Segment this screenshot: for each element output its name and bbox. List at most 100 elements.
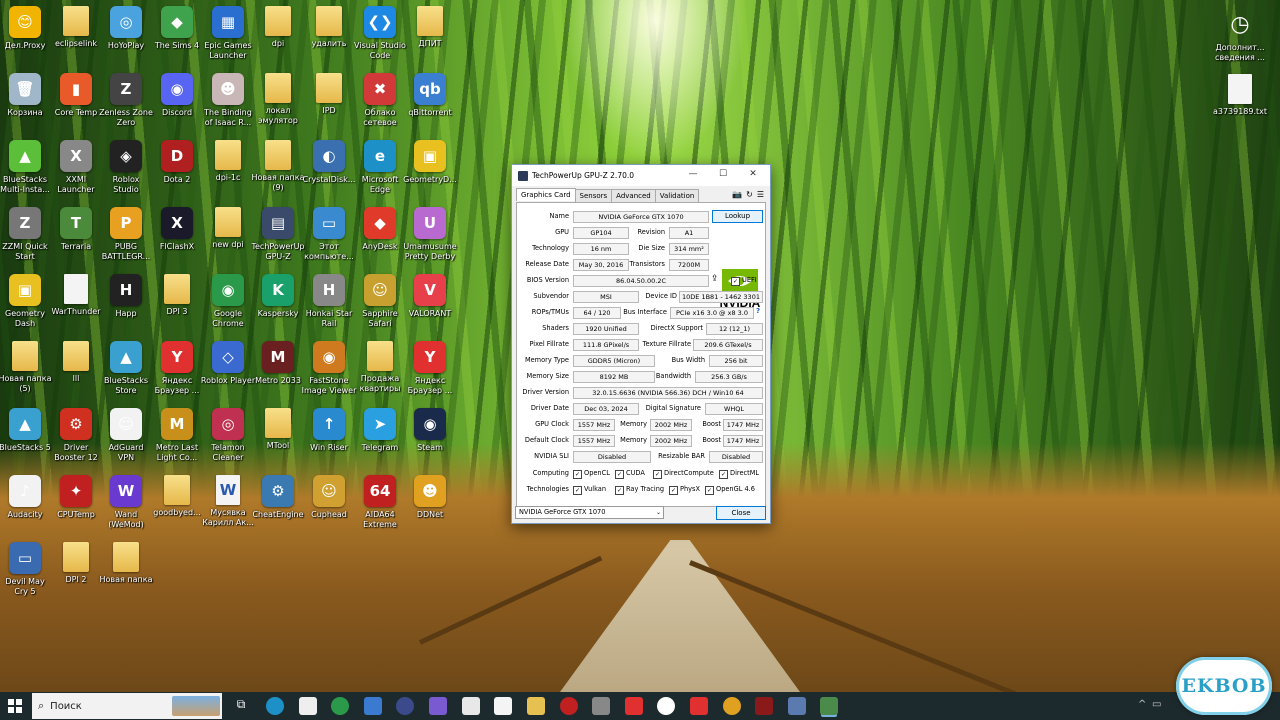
app-icon: X bbox=[161, 207, 193, 239]
directml-checkbox[interactable]: ✓ DirectML bbox=[719, 468, 759, 479]
refresh-icon[interactable]: ↻ bbox=[746, 190, 753, 199]
cuda-checkbox[interactable]: ✓ CUDA bbox=[615, 468, 645, 479]
gpu-value: GP104 bbox=[573, 227, 629, 239]
desktop-icon[interactable]: ◉ Steam bbox=[396, 406, 464, 472]
tray-network-icon[interactable]: ▭ bbox=[1152, 699, 1161, 710]
directcompute-label: DirectCompute bbox=[664, 469, 714, 477]
desktop-icon[interactable]: U Umamusume Pretty Derby bbox=[396, 205, 464, 271]
boost-clock-label: Boost bbox=[702, 420, 721, 428]
taskbar-valorant-icon[interactable] bbox=[755, 697, 773, 715]
desktop-icon[interactable]: Y Яндекс Браузер ... bbox=[396, 339, 464, 405]
desktop-icon[interactable]: ☻ DDNet bbox=[396, 473, 464, 539]
tray-chevron-up-icon[interactable]: ^ bbox=[1138, 699, 1146, 710]
taskbar-y-icon[interactable] bbox=[396, 697, 414, 715]
taskbar-store-icon[interactable] bbox=[299, 697, 317, 715]
taskbar-edge-icon[interactable] bbox=[266, 697, 284, 715]
taskbar-wemod-icon[interactable] bbox=[625, 697, 643, 715]
desktop-icon[interactable]: ◷ Дополнит... сведения ... bbox=[1206, 6, 1274, 72]
bandwidth-label: Bandwidth bbox=[655, 372, 691, 380]
taskbar-mail-icon[interactable] bbox=[364, 697, 382, 715]
app-icon: ◎ bbox=[110, 6, 142, 38]
vulkan-checkbox[interactable]: ✓ Vulkan bbox=[573, 484, 606, 495]
taskbar-chrome-icon[interactable] bbox=[331, 697, 349, 715]
tab-sensors[interactable]: Sensors bbox=[574, 189, 613, 202]
desktop-icon[interactable]: ▣ GeometryD... bbox=[396, 138, 464, 204]
taskbar-gpuz-icon[interactable] bbox=[788, 697, 806, 715]
taskbar-ddnet-icon[interactable] bbox=[723, 697, 741, 715]
desktop-icon[interactable]: qb qBittorrent bbox=[396, 71, 464, 137]
taskbar-ya-icon[interactable] bbox=[690, 697, 708, 715]
digital-signature-label: Digital Signature bbox=[645, 404, 701, 412]
driver-version-label: Driver Version bbox=[522, 388, 569, 396]
desktop-icon[interactable]: a3739189.txt bbox=[1206, 72, 1274, 138]
default-boost-label: Boost bbox=[702, 436, 721, 444]
taskbar-file-icon[interactable] bbox=[494, 697, 512, 715]
memory-type-label: Memory Type bbox=[524, 356, 569, 364]
desktop-icon-label: qBittorrent bbox=[408, 108, 452, 117]
camera-icon[interactable]: 📷 bbox=[732, 190, 742, 199]
taskbar-notepad-icon[interactable] bbox=[462, 697, 480, 715]
app-icon: Z bbox=[9, 207, 41, 239]
lookup-button[interactable]: Lookup bbox=[712, 210, 763, 223]
taskbar-search[interactable]: ⌕ Поиск bbox=[32, 693, 222, 719]
opengl-checkbox[interactable]: ✓ OpenGL 4.6 bbox=[705, 484, 755, 495]
physx-checkbox[interactable]: ✓ PhysX bbox=[669, 484, 700, 495]
desktop-icon-label: Umamusume Pretty Derby bbox=[403, 242, 457, 261]
menu-icon[interactable]: ☰ bbox=[757, 190, 764, 199]
opencl-checkbox[interactable]: ✓ OpenCL bbox=[573, 468, 610, 479]
app-icon: ▲ bbox=[9, 408, 41, 440]
desktop: 😊 Дел.Proxy eclipselink ◎ HoYoPlay ◆ The Sims … bbox=[0, 0, 1280, 692]
taskbar-active-app-icon[interactable] bbox=[820, 697, 838, 715]
taskbar-yandex-icon[interactable] bbox=[657, 697, 675, 715]
app-icon: ▤ bbox=[262, 207, 294, 239]
driver-date-value: Dec 03, 2024 bbox=[573, 403, 639, 415]
taskbar-explorer-icon[interactable] bbox=[527, 697, 545, 715]
tab-advanced[interactable]: Advanced bbox=[611, 189, 656, 202]
gpu-select[interactable]: NVIDIA GeForce GTX 1070 ⌄ bbox=[515, 506, 664, 519]
share-icon[interactable]: ⇪ bbox=[711, 274, 719, 284]
default-memory-value: 2002 MHz bbox=[650, 435, 692, 447]
start-button[interactable] bbox=[0, 692, 30, 720]
app-icon: ☻ bbox=[212, 73, 244, 105]
tab-graphics-card[interactable]: Graphics Card bbox=[516, 188, 576, 201]
ray-tracing-checkbox[interactable]: ✓ Ray Tracing bbox=[615, 484, 664, 495]
desktop-icon-label: DDNet bbox=[416, 510, 444, 519]
clock-icon: ◷ bbox=[1230, 11, 1250, 37]
subvendor-label: Subvendor bbox=[533, 292, 569, 300]
app-icon: ▦ bbox=[212, 6, 244, 38]
task-view-icon[interactable]: ⧉ bbox=[232, 697, 250, 715]
uefi-checkbox[interactable]: ✓ UEFI bbox=[731, 275, 757, 286]
directx-value: 12 (12_1) bbox=[706, 323, 763, 335]
desktop-icon[interactable]: V VALORANT bbox=[396, 272, 464, 338]
desktop-icon[interactable]: ДПИТ bbox=[396, 4, 464, 70]
taskbar-box-icon[interactable] bbox=[592, 697, 610, 715]
digital-signature-value: WHQL bbox=[705, 403, 763, 415]
gpu-label: GPU bbox=[555, 228, 569, 236]
minimize-button[interactable]: — bbox=[686, 169, 700, 179]
desktop-icon-label: VALORANT bbox=[408, 309, 452, 318]
gpuz-titlebar[interactable]: TechPowerUp GPU-Z 2.70.0 — ☐ ✕ bbox=[512, 165, 770, 186]
directcompute-checkbox[interactable]: ✓ DirectCompute bbox=[653, 468, 714, 479]
computing-label: Computing bbox=[532, 469, 569, 477]
app-icon: W bbox=[110, 475, 142, 507]
check-icon: ✓ bbox=[719, 470, 728, 479]
gpuz-window[interactable]: TechPowerUp GPU-Z 2.70.0 — ☐ ✕ Graphics … bbox=[511, 164, 771, 524]
bandwidth-value: 256.3 GB/s bbox=[695, 371, 763, 383]
resizable-bar-label: Resizable BAR bbox=[658, 452, 705, 460]
desktop-icon[interactable]: Новая папка bbox=[92, 540, 160, 606]
help-icon[interactable]: ? bbox=[756, 307, 760, 315]
bios-label: BIOS Version bbox=[526, 276, 569, 284]
folder-icon bbox=[265, 73, 291, 103]
tab-validation[interactable]: Validation bbox=[654, 189, 700, 202]
taskbar-game-icon[interactable] bbox=[429, 697, 447, 715]
pixel-fillrate-value: 111.8 GPixel/s bbox=[573, 339, 639, 351]
app-icon: M bbox=[262, 341, 294, 373]
memory-clock-label: Memory bbox=[620, 420, 647, 428]
desktop-icon-label: GeometryD... bbox=[403, 175, 457, 184]
folder-icon bbox=[63, 341, 89, 371]
close-button[interactable]: Close bbox=[716, 506, 766, 520]
taskbar-recorder-icon[interactable] bbox=[560, 697, 578, 715]
app-icon: T bbox=[60, 207, 92, 239]
maximize-button[interactable]: ☐ bbox=[716, 169, 730, 179]
close-window-button[interactable]: ✕ bbox=[746, 169, 760, 179]
